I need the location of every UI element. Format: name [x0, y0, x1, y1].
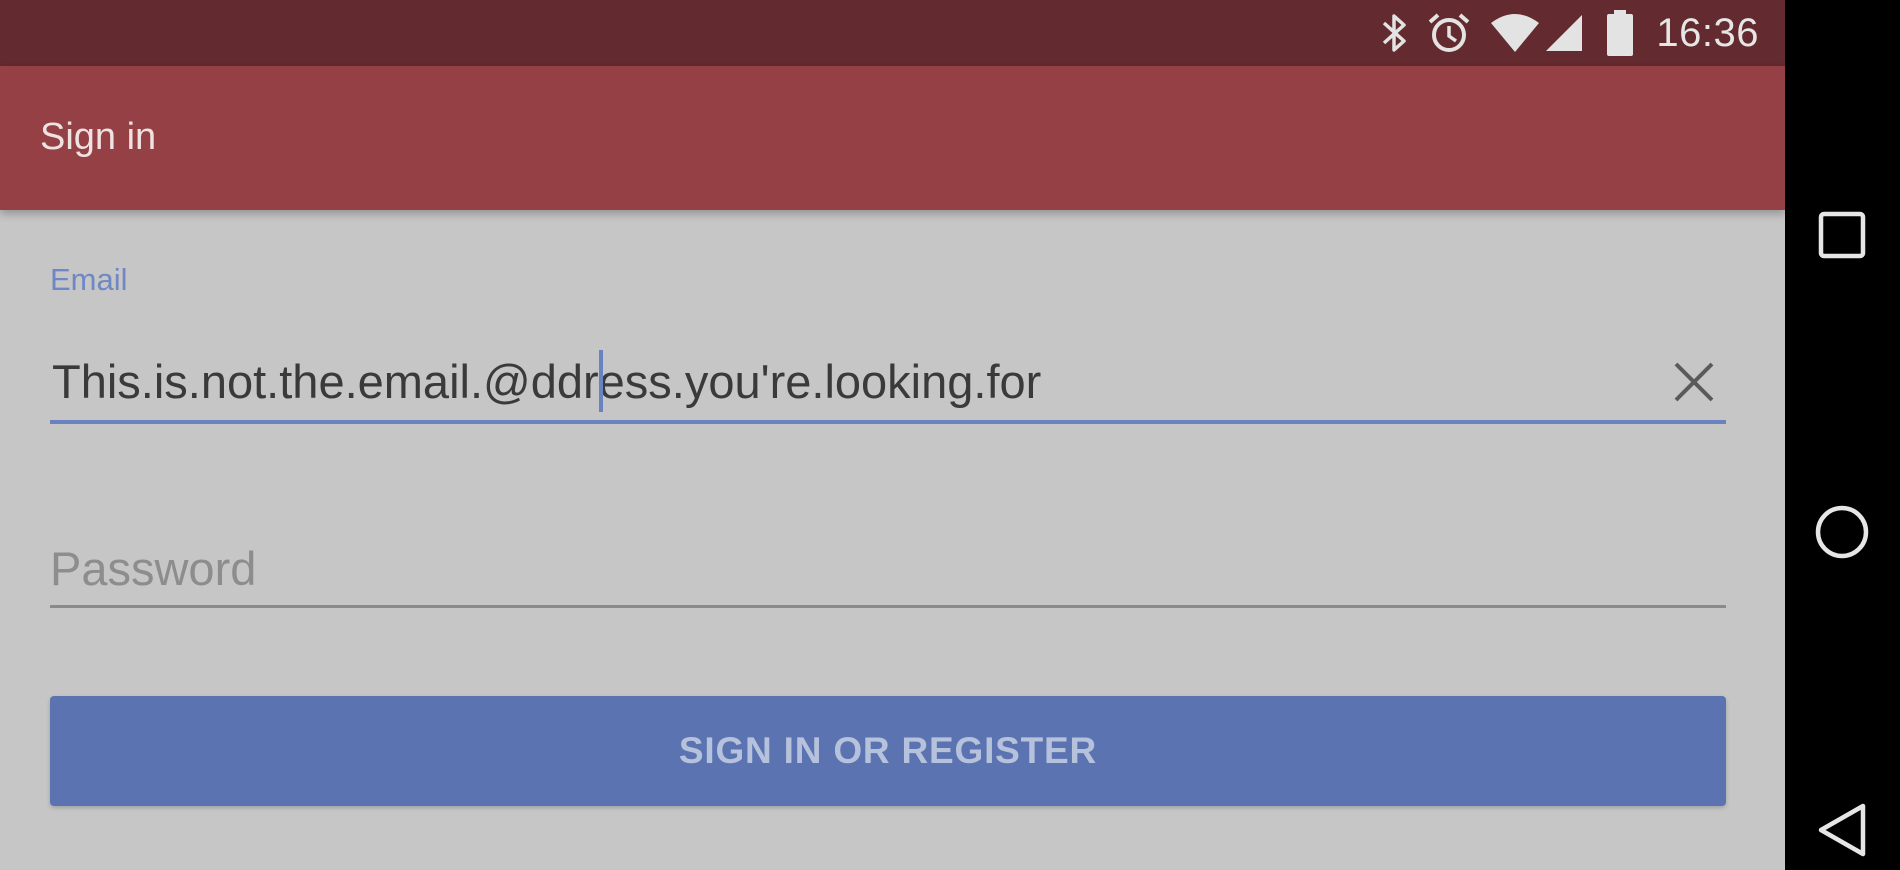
battery-icon: [1606, 10, 1634, 56]
sign-in-button[interactable]: SIGN IN OR REGISTER: [50, 696, 1726, 806]
recents-icon[interactable]: [1807, 200, 1877, 270]
app-bar: Sign in: [0, 66, 1785, 210]
wifi-icon: [1490, 13, 1540, 53]
alarm-icon: [1426, 10, 1472, 56]
navigation-bar: [1785, 0, 1900, 870]
status-bar: 16:36: [0, 0, 1785, 66]
cell-signal-icon: [1544, 13, 1584, 53]
password-field[interactable]: [50, 520, 1726, 608]
status-time: 16:36: [1656, 10, 1759, 55]
sign-in-button-label: SIGN IN OR REGISTER: [678, 730, 1098, 771]
email-label: Email: [50, 262, 128, 297]
back-icon[interactable]: [1807, 795, 1877, 865]
page-title: Sign in: [40, 116, 157, 158]
email-field[interactable]: This.is.not.the.email.@ddress.you're.loo…: [50, 340, 1726, 424]
email-value[interactable]: This.is.not.the.email.@ddress.you're.loo…: [52, 354, 1041, 409]
app-screen: 16:36 Sign in Email This.is.not.the.emai…: [0, 0, 1785, 870]
bluetooth-icon: [1382, 12, 1408, 54]
password-input[interactable]: [50, 538, 1650, 598]
text-cursor: [599, 350, 603, 412]
close-icon[interactable]: [1672, 360, 1716, 404]
home-icon[interactable]: [1807, 497, 1877, 567]
